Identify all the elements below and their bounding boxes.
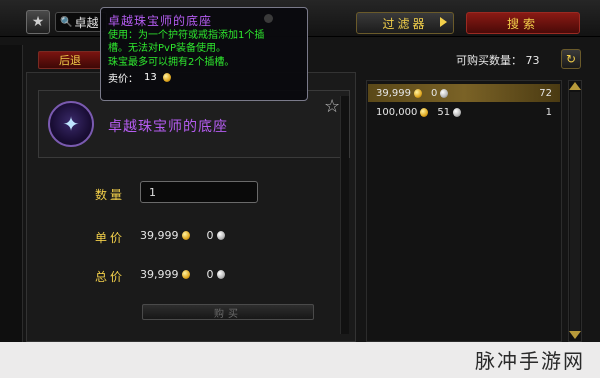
total-price: 39,999 0 (140, 268, 225, 281)
listing-silver: 51 (437, 106, 451, 118)
unit-price-label: 单价 (95, 231, 126, 245)
scrollbar-track[interactable] (570, 92, 580, 332)
quantity-label: 数量 (95, 188, 126, 202)
listing-quantity: 1 (545, 106, 552, 118)
item-name: 卓越珠宝师的底座 (108, 119, 228, 135)
buy-button[interactable]: 购买 (142, 304, 314, 320)
buy-button-label: 购买 (214, 308, 242, 320)
listing-price: 39,999 0 (376, 87, 449, 99)
favorite-star-icon[interactable]: ☆ (324, 98, 340, 116)
scroll-down-icon[interactable] (569, 331, 581, 339)
listing-row[interactable]: 100,000 51 1 (368, 103, 560, 121)
refresh-icon: ↻ (565, 52, 577, 66)
tooltip-sell-value: 13 (144, 72, 157, 83)
jeweler-socket-icon[interactable]: ✦ (48, 101, 94, 147)
listing-silver: 0 (431, 87, 438, 99)
back-button-label: 后退 (59, 54, 81, 67)
purchasable-label: 可购买数量： (456, 54, 522, 67)
total-price-silver: 0 (206, 268, 214, 281)
silver-coin-icon (440, 88, 449, 98)
silver-coin-icon (216, 270, 225, 279)
refresh-button[interactable]: ↻ (561, 49, 581, 69)
silver-coin-icon (453, 107, 462, 117)
filter-button-label: 过滤器 (382, 16, 428, 31)
search-button[interactable]: 搜索 (466, 12, 580, 34)
total-price-gold: 39,999 (140, 268, 179, 281)
listing-quantity: 72 (539, 87, 552, 99)
gold-coin-icon (414, 88, 422, 98)
tooltip-sell-label: 卖价： (108, 74, 138, 85)
tooltip-sell-price: 卖价： 13 (108, 70, 300, 85)
purchasable-count: 73 (525, 54, 540, 67)
favorites-button[interactable]: ★ (26, 10, 50, 34)
tooltip-use-line: 使用：为一个护符或戒指添加1个插 (108, 30, 265, 41)
magnifier-icon: 🔍 (60, 16, 73, 28)
listing-price: 100,000 51 (376, 106, 462, 118)
star-icon: ★ (31, 14, 45, 30)
unit-price-gold: 39,999 (140, 229, 179, 242)
item-tooltip: 卓越珠宝师的底座 使用：为一个护符或戒指添加1个插 槽。无法对PvP装备使用。 … (100, 7, 308, 101)
gold-coin-icon (420, 107, 429, 117)
unit-price-silver: 0 (206, 229, 214, 242)
gold-coin-icon (181, 231, 190, 240)
side-gutter (0, 45, 23, 342)
quantity-input[interactable]: 1 (140, 181, 258, 203)
listing-gold: 100,000 (376, 106, 418, 118)
back-button[interactable]: 后退 (38, 51, 102, 69)
purchasable-quantity: 可购买数量： 73 (456, 52, 540, 68)
total-price-label: 总价 (95, 270, 126, 284)
tooltip-close-icon (264, 14, 273, 23)
scroll-up-icon[interactable] (569, 82, 581, 90)
quantity-input-value: 1 (149, 185, 156, 199)
silver-coin-icon (216, 231, 225, 240)
filter-button[interactable]: 过滤器 (356, 12, 454, 34)
unit-price: 39,999 0 (140, 229, 225, 242)
tooltip-unique-line: 珠宝最多可以拥有2个插槽。 (108, 57, 235, 68)
site-watermark: 脉冲手游网 (475, 349, 585, 373)
search-button-label: 搜索 (506, 16, 539, 31)
tooltip-use-line: 槽。无法对PvP装备使用。 (108, 43, 226, 54)
chevron-right-icon (440, 17, 447, 27)
gold-coin-icon (162, 73, 171, 82)
search-input-value: 卓越 (74, 15, 99, 30)
listing-row[interactable]: 39,999 0 72 (368, 84, 560, 102)
gold-coin-icon (181, 270, 190, 279)
detail-scrollbar[interactable] (340, 96, 349, 334)
listing-gold: 39,999 (376, 87, 411, 99)
